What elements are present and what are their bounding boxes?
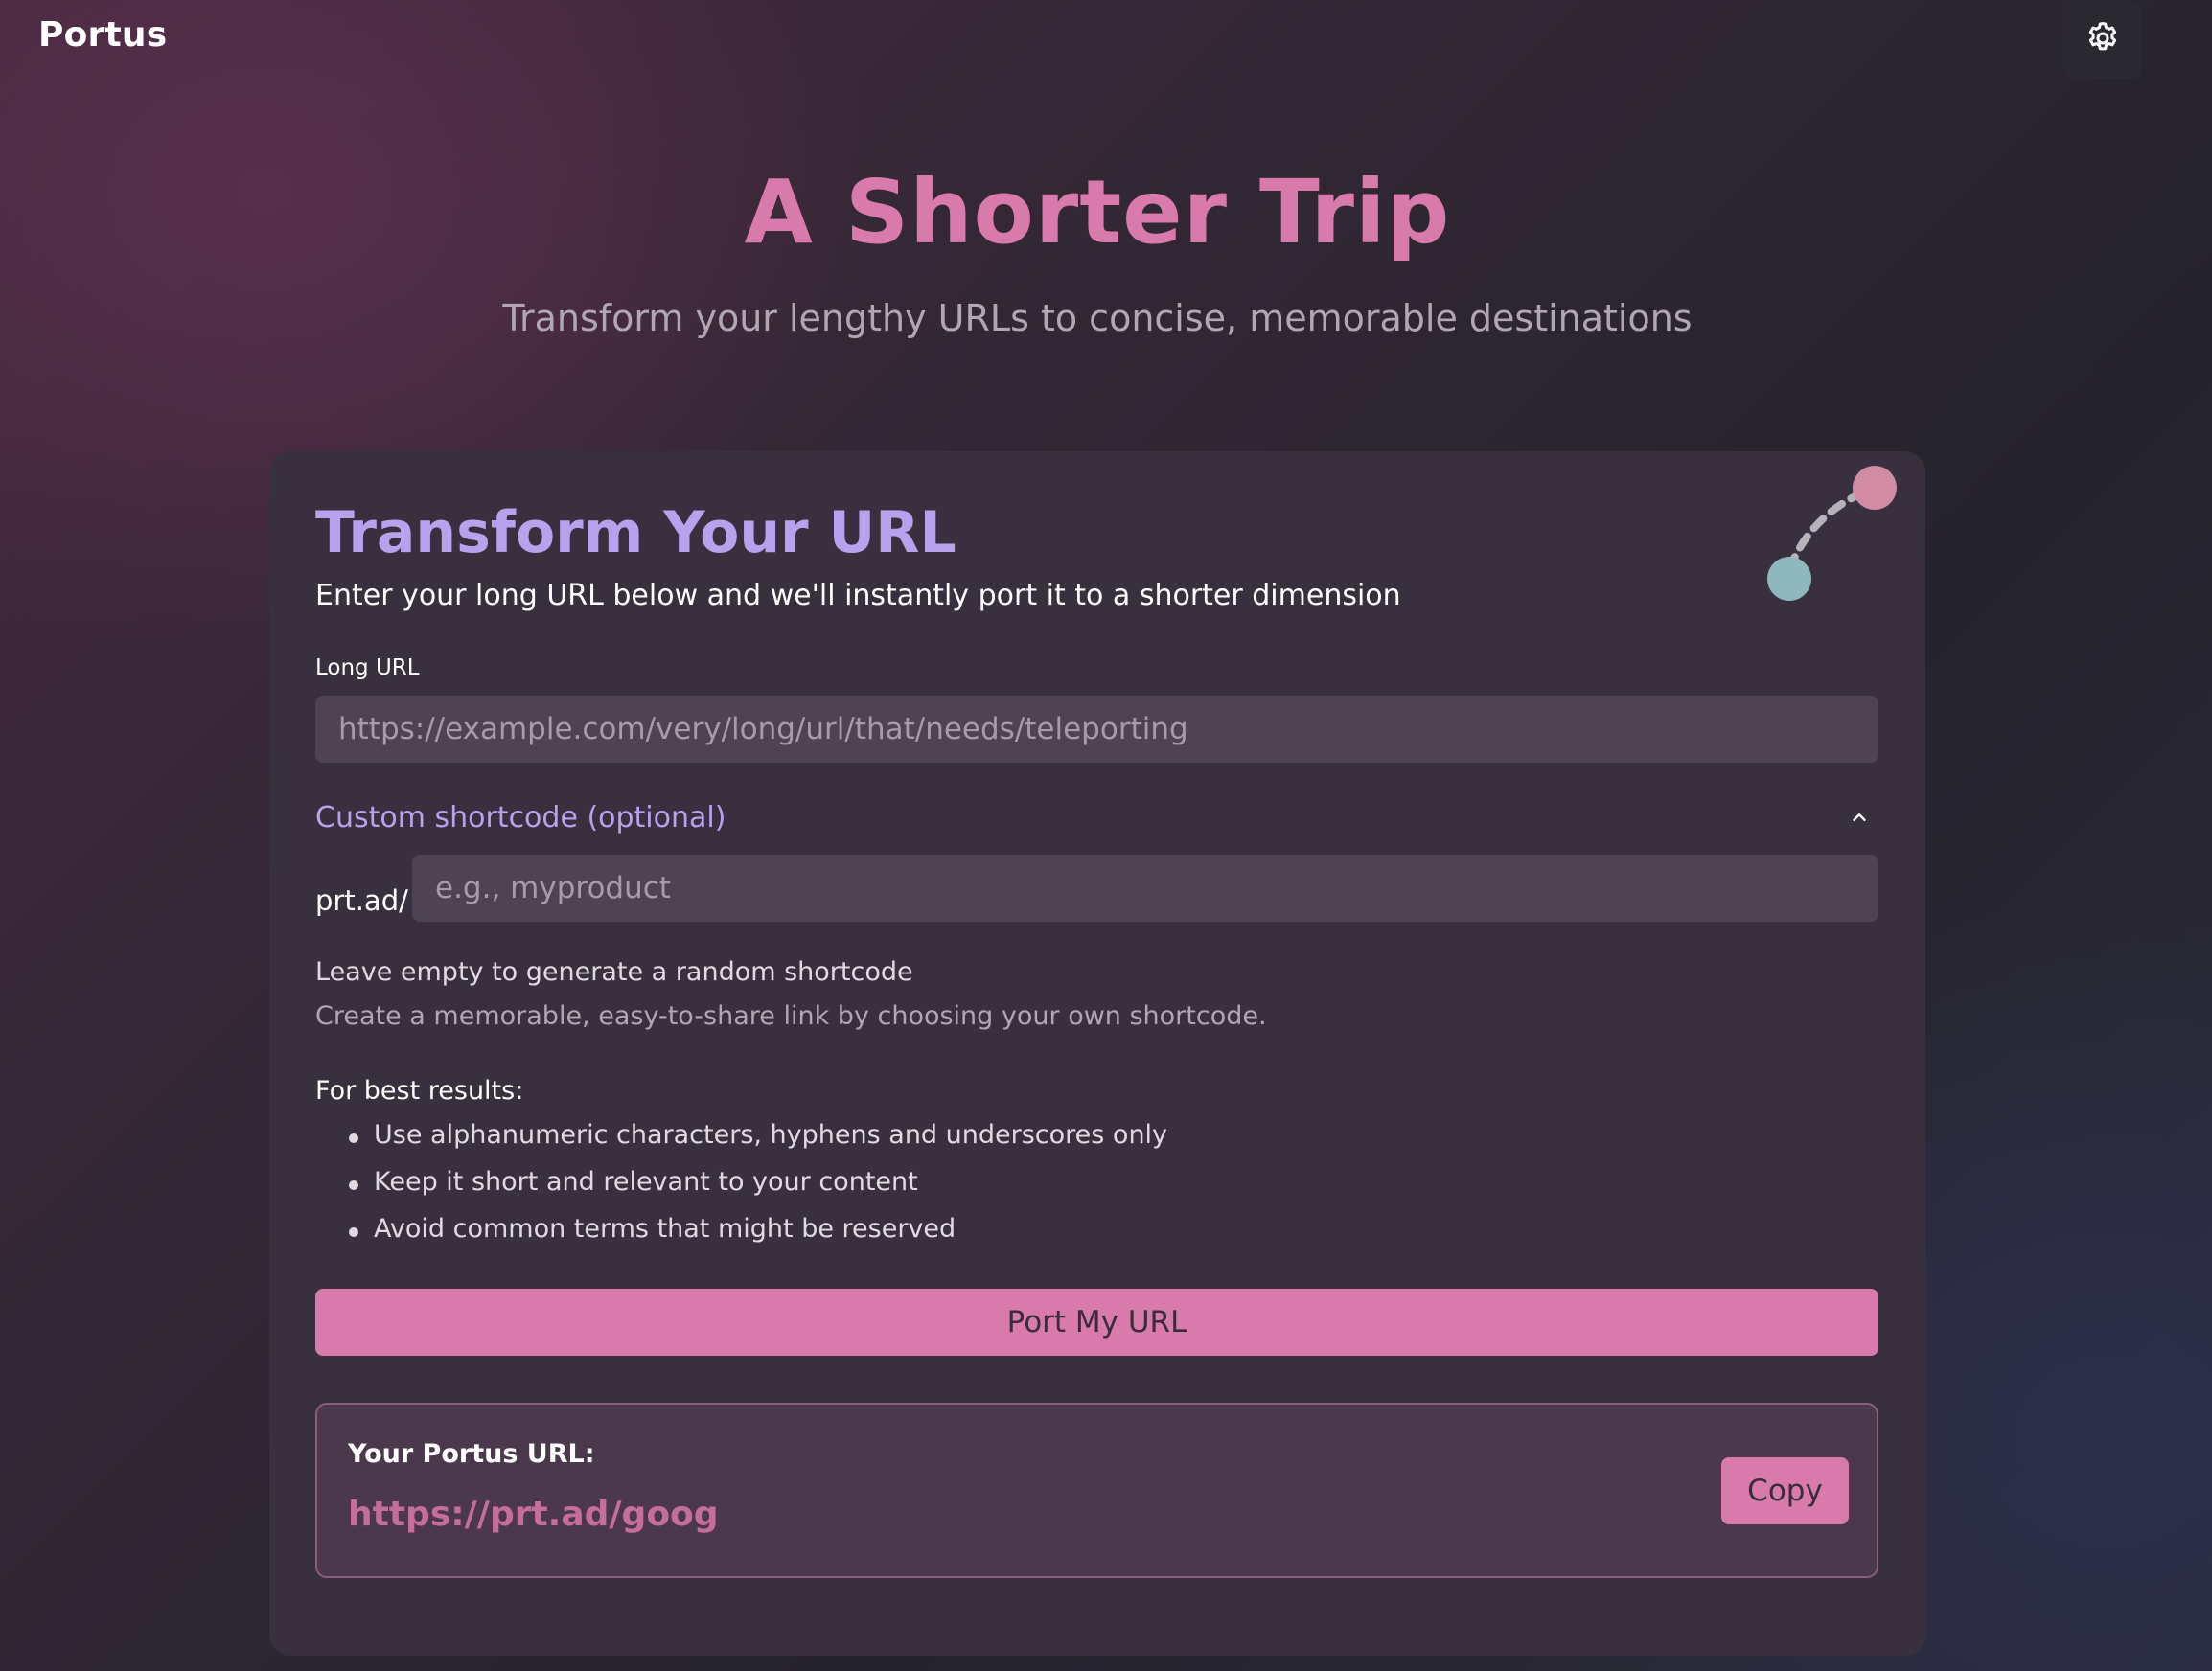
- portal-link-icon: [1755, 461, 1908, 614]
- shortcode-hint: Leave empty to generate a random shortco…: [315, 957, 913, 987]
- port-url-button[interactable]: Port My URL: [315, 1289, 1878, 1356]
- result-label: Your Portus URL:: [348, 1439, 595, 1469]
- shorten-form-card: Transform Your URL Enter your long URL b…: [269, 451, 1925, 1656]
- copy-button[interactable]: Copy: [1721, 1457, 1849, 1524]
- tips-title: For best results:: [315, 1076, 524, 1106]
- chevron-up-icon[interactable]: [1840, 798, 1878, 836]
- custom-shortcode-toggle[interactable]: Custom shortcode (optional): [315, 793, 1878, 841]
- brand-logo[interactable]: Portus: [38, 15, 167, 55]
- shortcode-prefix: prt.ad/: [315, 884, 408, 917]
- custom-shortcode-input[interactable]: [412, 855, 1878, 922]
- form-title: Transform Your URL: [315, 499, 956, 566]
- shortcode-hint-secondary: Create a memorable, easy-to-share link b…: [315, 1001, 1267, 1031]
- result-panel: Your Portus URL: https://prt.ad/goog Cop…: [315, 1403, 1878, 1578]
- tips-list: Use alphanumeric characters, hyphens and…: [315, 1120, 1167, 1261]
- long-url-input[interactable]: [315, 696, 1878, 763]
- long-url-label: Long URL: [315, 655, 420, 680]
- tip-item: Avoid common terms that might be reserve…: [315, 1214, 1167, 1261]
- settings-button[interactable]: [2063, 1, 2141, 79]
- form-description: Enter your long URL below and we'll inst…: [315, 579, 1401, 612]
- hero-title: A Shorter Trip: [744, 161, 1451, 263]
- short-url-link[interactable]: https://prt.ad/goog: [348, 1495, 719, 1534]
- hero-subtitle: Transform your lengthy URLs to concise, …: [502, 297, 1693, 339]
- custom-shortcode-toggle-label: Custom shortcode (optional): [315, 800, 726, 835]
- tip-item: Keep it short and relevant to your conte…: [315, 1167, 1167, 1214]
- tip-item: Use alphanumeric characters, hyphens and…: [315, 1120, 1167, 1167]
- gear-icon: [2084, 19, 2122, 61]
